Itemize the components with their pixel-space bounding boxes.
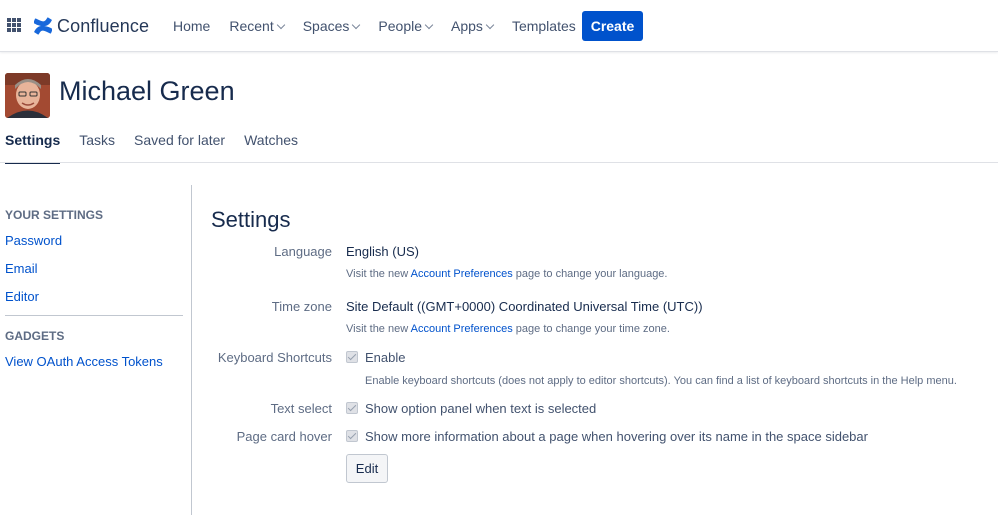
nav-spaces[interactable]: Spaces [302, 18, 361, 34]
nav-home-label: Home [173, 18, 211, 34]
gadgets-heading: GADGETS [5, 329, 65, 343]
page-card-hover-checkbox-label: Show more information about a page when … [365, 429, 868, 444]
nav-templates-label: Templates [511, 18, 576, 34]
sidebar-item-password[interactable]: Password [5, 233, 62, 248]
timezone-help-prefix: Visit the new [346, 323, 411, 335]
page-card-hover-checkbox[interactable] [346, 430, 358, 442]
confluence-logo-icon [34, 17, 52, 35]
sidebar-separator [191, 185, 192, 515]
page-card-hover-label: Page card hover [236, 429, 332, 444]
timezone-help-suffix: page to change your time zone. [512, 323, 670, 335]
timezone-help: Visit the new Account Preferences page t… [346, 323, 670, 335]
nav-home[interactable]: Home [173, 18, 210, 34]
tab-watches[interactable]: Watches [244, 132, 298, 163]
avatar-image [5, 73, 50, 118]
tab-settings[interactable]: Settings [5, 132, 61, 164]
nav-people-label: People [378, 18, 423, 34]
timezone-value: Site Default ((GMT+0000) Coordinated Uni… [346, 299, 703, 314]
nav-recent[interactable]: Recent [229, 18, 285, 34]
chevron-down-icon [352, 20, 361, 29]
avatar[interactable] [5, 73, 50, 118]
sidebar-divider [5, 315, 183, 316]
language-value: English (US) [346, 244, 419, 259]
language-help-prefix: Visit the new [346, 268, 411, 280]
keyboard-shortcuts-help: Enable keyboard shortcuts (does not appl… [365, 375, 957, 387]
account-preferences-link-timezone[interactable]: Account Preferences [411, 323, 513, 335]
brand-name: Confluence [57, 15, 150, 36]
language-help-suffix: page to change your language. [512, 268, 668, 280]
chevron-down-icon [276, 20, 285, 29]
tabs-divider [0, 162, 998, 163]
language-help: Visit the new Account Preferences page t… [346, 268, 668, 280]
nav-people[interactable]: People [378, 18, 434, 34]
app-switcher-grid-icon[interactable] [7, 18, 21, 32]
nav-recent-label: Recent [229, 18, 274, 34]
language-label: Language [274, 244, 332, 259]
sidebar-item-editor[interactable]: Editor [5, 289, 39, 304]
keyboard-shortcuts-label: Keyboard Shortcuts [217, 350, 332, 365]
sidebar-item-email[interactable]: Email [5, 261, 38, 276]
text-select-label: Text select [270, 401, 332, 416]
tab-tasks[interactable]: Tasks [79, 132, 115, 163]
your-settings-heading: YOUR SETTINGS [5, 208, 104, 222]
top-navigation: Confluence Home Recent Spaces People App… [0, 0, 998, 52]
confluence-logo[interactable]: Confluence [34, 14, 149, 38]
sidebar-item-oauth-tokens[interactable]: View OAuth Access Tokens [5, 354, 163, 369]
main-nav: Home Recent Spaces People Apps Templates [173, 0, 595, 52]
text-select-checkbox-label: Show option panel when text is selected [365, 401, 597, 416]
profile-tabs: Settings Tasks Saved for later Watches [5, 132, 317, 164]
edit-button[interactable]: Edit [346, 454, 388, 483]
nav-apps[interactable]: Apps [451, 18, 495, 34]
settings-title: Settings [211, 207, 291, 232]
nav-apps-label: Apps [451, 18, 483, 34]
tab-saved-for-later[interactable]: Saved for later [134, 132, 225, 163]
keyboard-shortcuts-checkbox[interactable] [346, 351, 358, 363]
create-button[interactable]: Create [582, 11, 643, 41]
nav-templates[interactable]: Templates [512, 18, 576, 34]
timezone-label: Time zone [271, 299, 332, 314]
account-preferences-link-language[interactable]: Account Preferences [411, 268, 513, 280]
profile-name: Michael Green [59, 76, 235, 106]
nav-spaces-label: Spaces [302, 18, 350, 34]
chevron-down-icon [424, 20, 434, 29]
text-select-checkbox[interactable] [346, 402, 358, 414]
keyboard-shortcuts-checkbox-label: Enable [365, 350, 406, 365]
chevron-down-icon [485, 20, 495, 29]
